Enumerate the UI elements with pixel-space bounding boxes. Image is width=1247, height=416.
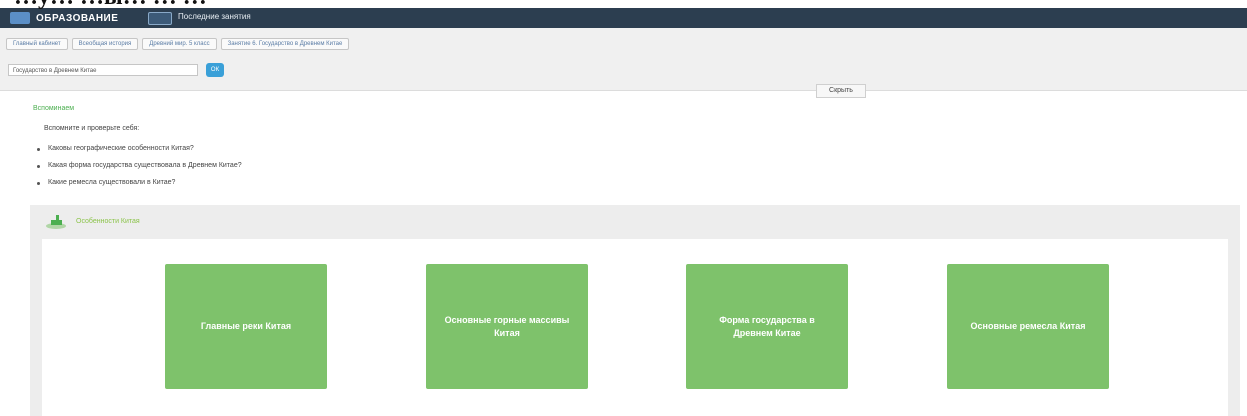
breadcrumb-item[interactable]: Всеобщая история bbox=[71, 38, 139, 50]
features-panel: Особенности Китая Главные реки Китая Осн… bbox=[30, 205, 1240, 416]
logo-mark-icon bbox=[10, 12, 30, 24]
site-logo[interactable]: ОБРАЗОВАНИЕ bbox=[10, 11, 118, 25]
breadcrumb-item[interactable]: Занятие 6. Государство в Древнем Китае bbox=[220, 38, 350, 50]
hide-button[interactable]: Скрыть bbox=[816, 84, 866, 98]
list-item: Каковы географические особенности Китая? bbox=[34, 142, 242, 159]
panel-header: Особенности Китая bbox=[44, 209, 140, 233]
tile-crafts[interactable]: Основные ремесла Китая bbox=[947, 264, 1109, 389]
list-item: Какая форма государства существовала в Д… bbox=[34, 159, 242, 176]
breadcrumb-item[interactable]: Древний мир. 5 класс bbox=[142, 38, 217, 50]
list-item: Какие ремесла существовали в Китае? bbox=[34, 176, 242, 193]
recent-lessons-link[interactable]: Последние занятия bbox=[178, 12, 251, 21]
logo-text: ОБРАЗОВАНИЕ bbox=[36, 12, 119, 24]
lesson-select[interactable]: Государство в Древнем Китае bbox=[8, 64, 198, 76]
breadcrumb: Главный кабинет Всеобщая история Древний… bbox=[6, 38, 350, 50]
pointing-hand-icon bbox=[46, 215, 66, 229]
breadcrumb-item[interactable]: Главный кабинет bbox=[6, 38, 68, 50]
tiles-container: Главные реки Китая Основные горные масси… bbox=[42, 239, 1228, 416]
question-list: Каковы географические особенности Китая?… bbox=[34, 142, 242, 193]
intro-text: Вспомните и проверьте себя: bbox=[44, 125, 140, 132]
section-label: Вспоминаем bbox=[33, 105, 75, 112]
tile-mountains[interactable]: Основные горные массивы Китая bbox=[426, 264, 588, 389]
tile-rivers[interactable]: Главные реки Китая bbox=[165, 264, 327, 389]
panel-title: Особенности Китая bbox=[76, 217, 140, 225]
go-button[interactable]: ОК bbox=[206, 63, 224, 77]
sub-navigation: Главный кабинет Всеобщая история Древний… bbox=[0, 28, 1247, 91]
top-bar: ОБРАЗОВАНИЕ Последние занятия bbox=[0, 8, 1247, 28]
menu-toggle-button[interactable] bbox=[148, 12, 172, 25]
page-caption: …у… …ы… … … bbox=[0, 0, 1247, 9]
tile-state-form[interactable]: Форма государства в Древнем Китае bbox=[686, 264, 848, 389]
